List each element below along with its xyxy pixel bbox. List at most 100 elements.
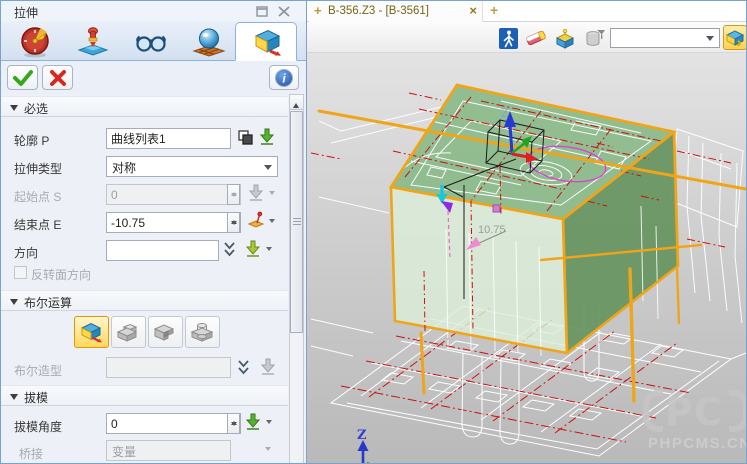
exit-sketch-button[interactable]: [497, 27, 519, 49]
check-icon: [12, 69, 34, 87]
boolean-intersect-button[interactable]: [185, 316, 220, 348]
bridge-options-icon: [265, 447, 271, 454]
sphere-icon: [191, 25, 227, 59]
bridge-select[interactable]: 变量: [106, 440, 231, 461]
end-point-input[interactable]: [106, 212, 241, 233]
chevron-down-icon: [706, 36, 714, 45]
pick-green-arrow-icon[interactable]: [258, 128, 276, 151]
collapse-triangle-icon: [10, 105, 18, 111]
direction-input[interactable]: [106, 240, 219, 261]
cad-application-window: 拉伸: [0, 0, 747, 464]
extrude-box-icon: [248, 25, 284, 59]
document-tabbar: + B-356.Z3 - [B-3561] × +: [307, 1, 747, 22]
double-chevron-icon[interactable]: [237, 359, 250, 382]
document-tab[interactable]: + B-356.Z3 - [B-3561] ×: [309, 1, 483, 22]
section-required[interactable]: 必选: [1, 96, 288, 117]
chevron-down-icon: [264, 165, 272, 174]
pick-green-arrow-icon[interactable]: [244, 413, 262, 436]
section-boolean[interactable]: 布尔运算: [1, 290, 288, 311]
flip-face-label: 反转面方向: [31, 266, 91, 283]
eraser-icon: [525, 28, 547, 48]
watermark-logo: PC: [665, 390, 723, 434]
info-icon: i: [274, 68, 294, 88]
tab-gauge[interactable]: [7, 23, 63, 60]
scrollbar-up-arrow[interactable]: [290, 95, 303, 110]
watermark-text: PHPCMS.CN: [648, 435, 747, 452]
start-point-input[interactable]: [106, 184, 241, 205]
tab-close-icon[interactable]: ×: [469, 3, 477, 18]
boolean-intersect-icon: [189, 320, 216, 344]
boolean-shape-label: 布尔造型: [14, 362, 62, 379]
filter-button[interactable]: [584, 27, 606, 49]
viewport-area: + B-356.Z3 - [B-3561] × +: [307, 1, 747, 464]
profile-input[interactable]: [106, 128, 231, 149]
extrude-type-value: 对称: [112, 161, 136, 175]
tab-stamp[interactable]: [65, 23, 121, 60]
start-point-options-icon: [269, 191, 275, 198]
restore-window-icon[interactable]: [254, 5, 270, 18]
info-button[interactable]: i: [269, 65, 299, 90]
point-on-face-icon[interactable]: [246, 210, 266, 235]
feature-tabstrip: [1, 21, 306, 61]
double-chevron-icon[interactable]: [223, 241, 236, 264]
draft-angle-label: 拔模角度: [14, 418, 62, 435]
extrude-solid[interactable]: [391, 85, 678, 353]
end-point-options-icon[interactable]: [269, 219, 275, 226]
scrollbar-grip: [293, 218, 301, 226]
start-point-label: 起始点 S: [14, 188, 61, 205]
tab-glasses[interactable]: [123, 23, 179, 60]
tab-extrude-selected[interactable]: [235, 22, 297, 61]
view-combobox[interactable]: [610, 28, 720, 48]
axis-z-label: Z: [357, 428, 367, 443]
bridge-value: 变量: [112, 445, 136, 459]
boolean-base-button[interactable]: [74, 316, 109, 348]
draft-angle-options-icon[interactable]: [266, 420, 272, 427]
filter-icon: [585, 28, 606, 49]
face-pick-button[interactable]: [553, 27, 575, 49]
tab-render-sphere[interactable]: [181, 23, 237, 60]
draft-angle-spinner[interactable]: [227, 413, 240, 434]
copy-icon[interactable]: [237, 129, 254, 151]
boolean-base-icon: [78, 320, 105, 344]
draft-angle-input[interactable]: [106, 413, 241, 434]
scrollbar-thumb[interactable]: [290, 111, 303, 333]
dimension-label: 10.75: [478, 224, 506, 236]
section-boolean-label: 布尔运算: [24, 294, 72, 311]
section-draft[interactable]: 拔模: [1, 385, 288, 406]
boolean-shape-input[interactable]: [106, 357, 231, 378]
boolean-add-button[interactable]: [111, 316, 146, 348]
erase-button[interactable]: [525, 27, 547, 49]
boolean-remove-button[interactable]: [148, 316, 183, 348]
extrude-type-select[interactable]: 对称: [106, 156, 278, 177]
boolean-add-icon: [115, 320, 142, 344]
extrude-dialog-panel: 拉伸: [1, 1, 307, 464]
start-point-spinner[interactable]: [227, 184, 240, 205]
ok-button[interactable]: [7, 65, 38, 90]
document-plus-icon: +: [314, 3, 322, 18]
flip-face-checkbox[interactable]: [14, 266, 27, 279]
viewport-toolbar: [307, 22, 747, 53]
cancel-button[interactable]: [42, 65, 73, 90]
pick-arrow-disabled-icon: [259, 358, 277, 381]
dialog-actions: i: [1, 61, 306, 94]
box-pin-icon: [553, 28, 575, 49]
pick-direction-icon[interactable]: [244, 240, 262, 263]
extrude-form: 必选 轮廓 P 拉伸类型 对称 起始点 S 结束点 E: [1, 94, 306, 464]
scene-3d: Z 10.75: [307, 53, 747, 464]
direction-options-icon[interactable]: [266, 247, 272, 254]
panel-scrollbar[interactable]: [289, 94, 304, 464]
collapse-triangle-icon: [10, 299, 18, 305]
cross-icon: [48, 69, 68, 87]
z-axis-arrow[interactable]: [510, 125, 512, 153]
model-canvas[interactable]: Z 10.75: [307, 53, 747, 464]
collapse-triangle-icon: [10, 394, 18, 400]
end-point-spinner[interactable]: [227, 212, 240, 233]
section-draft-label: 拔模: [24, 389, 48, 406]
dialog-titlebar[interactable]: 拉伸: [1, 1, 306, 21]
new-tab-button[interactable]: +: [490, 2, 498, 18]
view-orientation-button[interactable]: [723, 25, 747, 50]
section-required-label: 必选: [24, 100, 48, 117]
pink-square-handle[interactable]: [493, 205, 500, 212]
boolean-remove-icon: [152, 320, 179, 344]
close-window-icon[interactable]: [276, 5, 292, 18]
